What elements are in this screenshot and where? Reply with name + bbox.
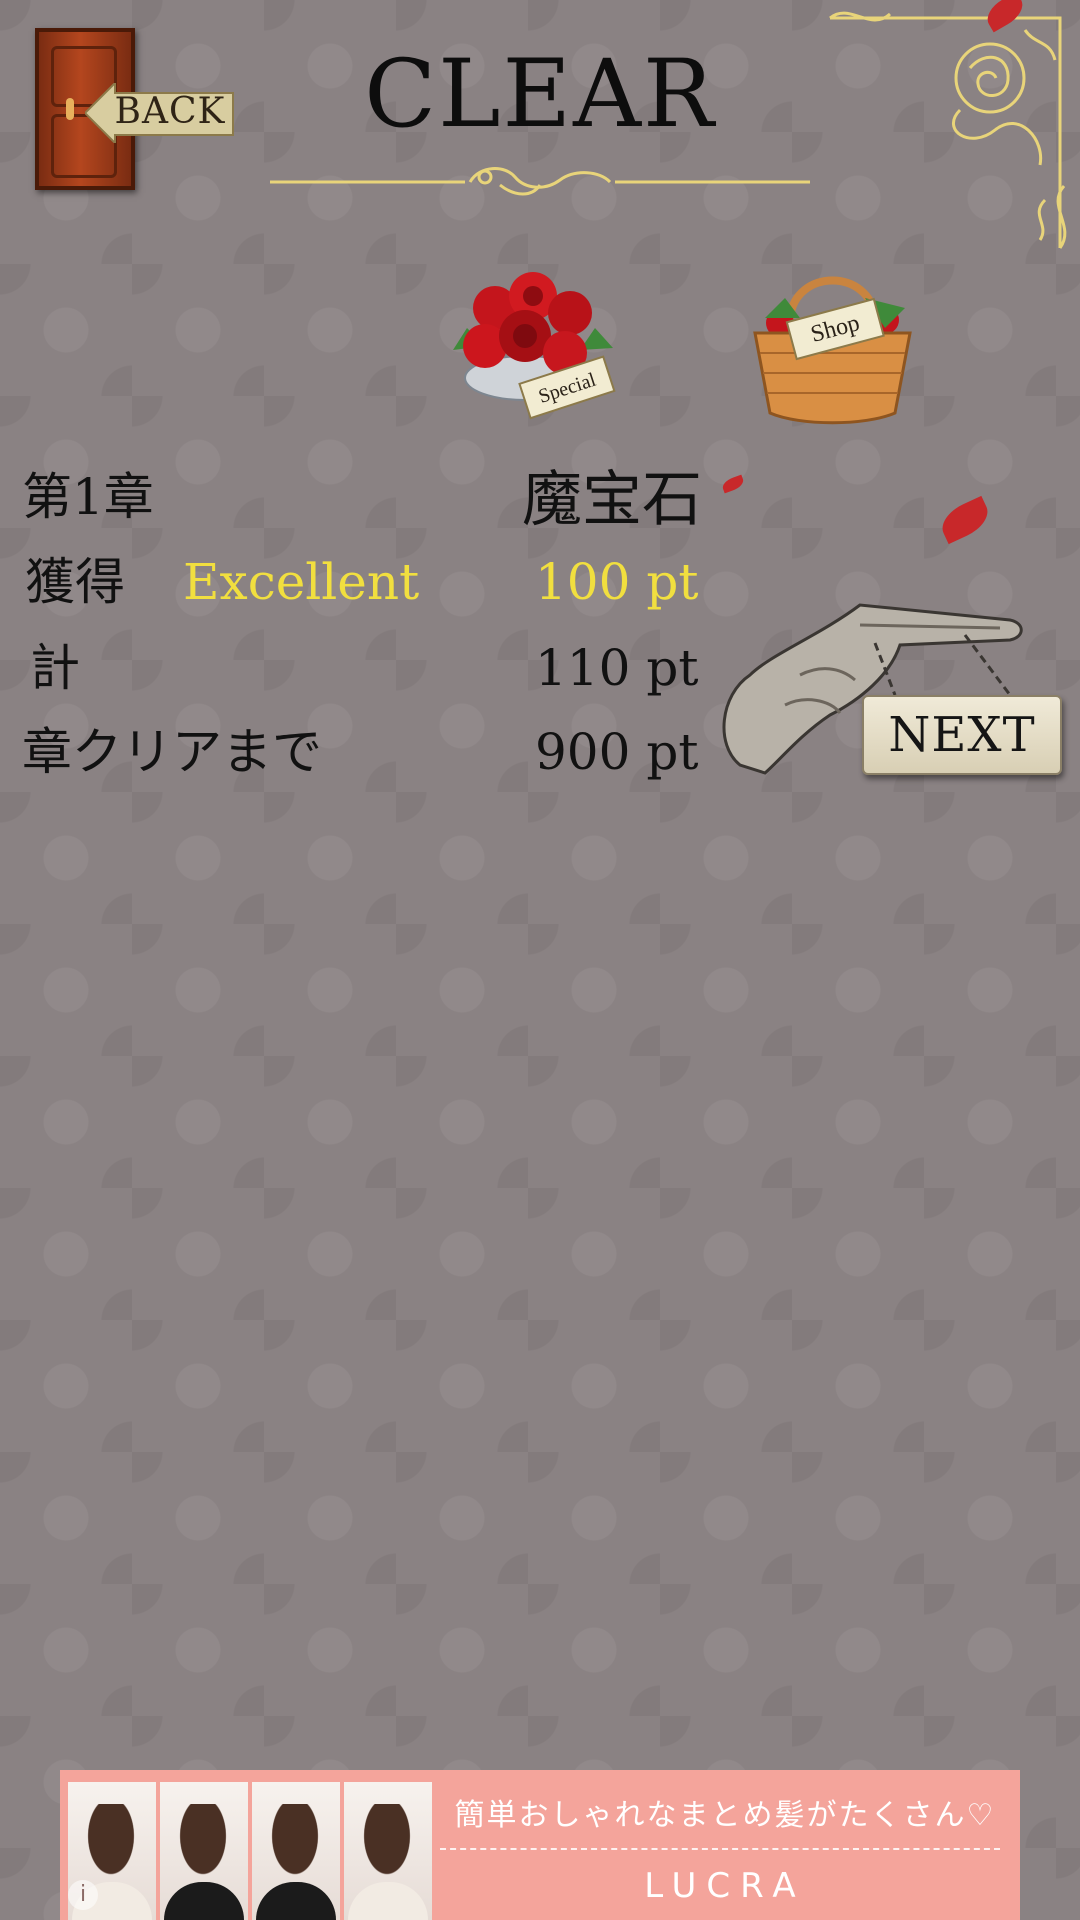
ad-photo <box>344 1782 432 1920</box>
page-title: CLEAR <box>364 40 716 149</box>
total-points: 110 pt <box>535 639 699 697</box>
info-icon[interactable]: i <box>68 1880 98 1910</box>
shop-button[interactable]: Shop <box>745 258 920 428</box>
ad-photo <box>252 1782 340 1920</box>
until-clear-label: 章クリアまで <box>22 723 322 781</box>
earned-points: 100 pt <box>535 553 699 611</box>
basket-icon <box>753 276 912 425</box>
chapter-label: 第1章 <box>22 468 154 526</box>
total-label: 計 <box>30 639 80 697</box>
back-button[interactable]: BACK <box>30 28 235 193</box>
until-clear-points: 900 pt <box>535 723 699 781</box>
earned-label: 獲得 <box>25 553 125 611</box>
back-label: BACK <box>114 91 226 132</box>
corner-ornament <box>829 11 1067 249</box>
ad-brand: LUCRA <box>644 1866 806 1906</box>
rose-petal <box>936 495 994 545</box>
next-button[interactable]: NEXT <box>710 595 1070 785</box>
ad-headline: 簡単おしゃれなまとめ髪がたくさん♡ <box>454 1798 996 1833</box>
ad-divider <box>440 1848 1000 1850</box>
ad-photo <box>160 1782 248 1920</box>
rating-text: Excellent <box>183 553 420 611</box>
special-button[interactable]: Special <box>445 258 625 423</box>
item-label: 魔宝石 <box>522 465 702 535</box>
ad-banner[interactable]: i 簡単おしゃれなまとめ髪がたくさん♡ LUCRA <box>60 1770 1020 1920</box>
next-label: NEXT <box>888 707 1036 763</box>
rose-petal <box>720 474 746 494</box>
door-knob <box>66 98 74 120</box>
title-ornament <box>270 167 810 196</box>
